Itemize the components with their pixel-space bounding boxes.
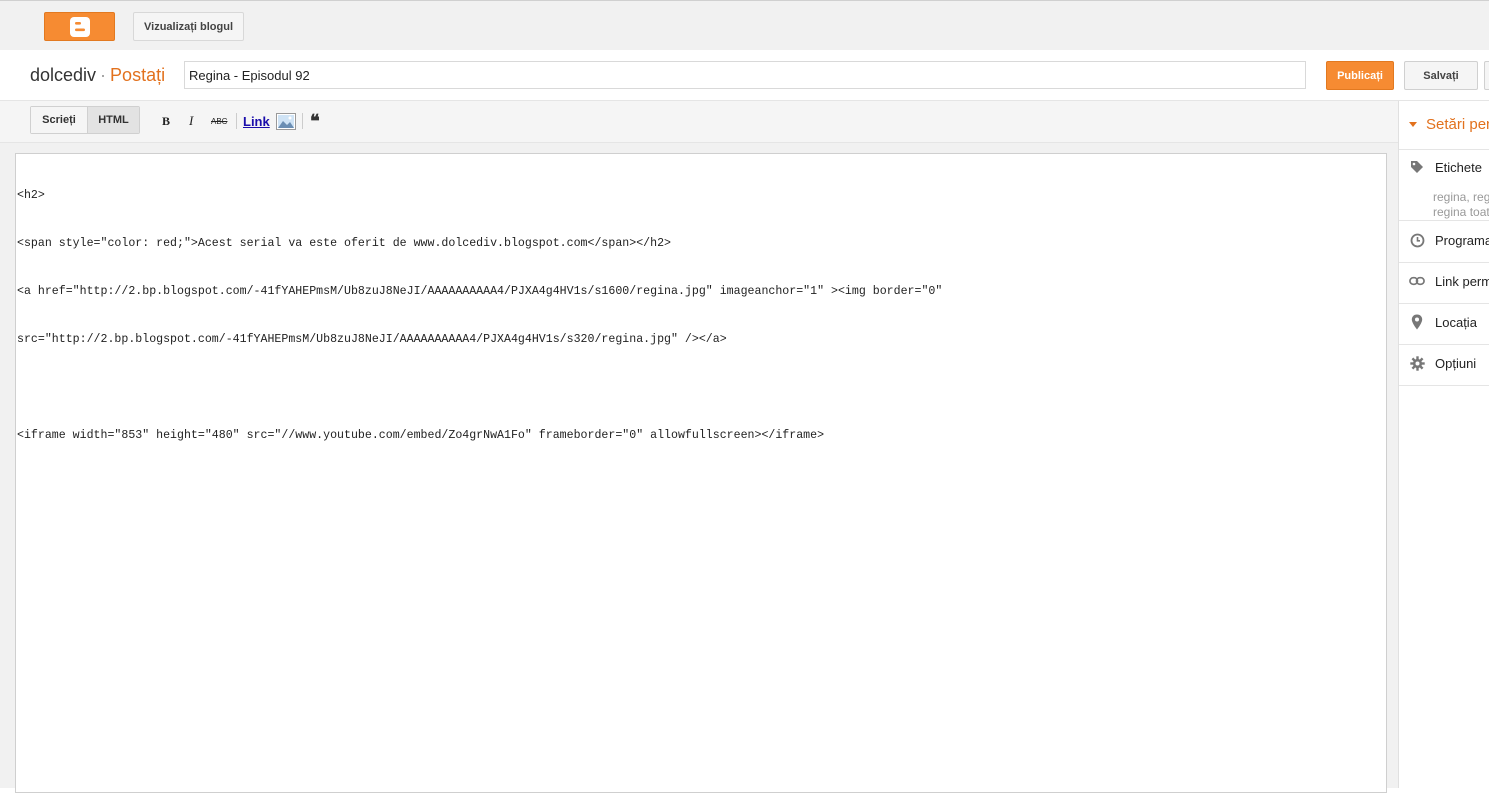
compose-mode-button[interactable]: Scrieți	[31, 107, 87, 133]
tag-icon	[1409, 159, 1425, 175]
sidebar-item-labels[interactable]: Etichete	[1409, 159, 1482, 175]
link-button[interactable]: Link	[243, 112, 270, 130]
image-icon	[278, 115, 294, 128]
divider	[1399, 303, 1489, 304]
mode-switch: Scrieți HTML	[30, 106, 140, 134]
sidebar-item-options[interactable]: Opțiuni	[1409, 355, 1476, 371]
editor-area: Scrieți HTML B I ABC Link ❝ <h2> <span s…	[0, 101, 1399, 793]
gear-icon	[1409, 355, 1425, 371]
breadcrumb-separator: ·	[100, 65, 107, 85]
sidebar-item-schedule[interactable]: Programați	[1409, 232, 1489, 248]
code-line: <span style="color: red;">Acest serial v…	[17, 237, 671, 250]
blogger-logo-icon	[69, 16, 90, 37]
save-button[interactable]: Salvați	[1404, 61, 1478, 90]
divider	[1399, 220, 1489, 221]
code-line: <a href="http://2.bp.blogspot.com/-41fYA…	[17, 285, 943, 298]
top-bar: Vizualizați blogul	[0, 0, 1489, 50]
toolbar-divider	[236, 113, 237, 129]
html-code-editor[interactable]: <h2> <span style="color: red;">Acest ser…	[15, 153, 1387, 793]
blog-name[interactable]: dolcediv	[30, 65, 96, 85]
view-blog-button[interactable]: Vizualizați blogul	[133, 12, 245, 41]
link-icon	[1409, 273, 1425, 289]
blogger-logo-button[interactable]	[44, 12, 115, 41]
post-settings-sidebar: Setări pentru postare Etichete regina, r…	[1399, 101, 1489, 788]
sidebar-item-permalink[interactable]: Link permanent	[1409, 273, 1489, 289]
divider	[1399, 262, 1489, 263]
publish-button[interactable]: Publicați	[1326, 61, 1394, 90]
html-mode-button[interactable]: HTML	[87, 107, 139, 133]
sidebar-item-label: Locația	[1435, 314, 1477, 330]
strikethrough-icon[interactable]: ABC	[211, 112, 227, 130]
labels-value: regina toate episoadele	[1433, 205, 1489, 219]
code-line: <h2>	[17, 189, 45, 202]
divider	[1399, 385, 1489, 386]
sidebar-item-label: Opțiuni	[1435, 355, 1477, 371]
header-bar: dolcediv·Postați Publicați Salvați	[0, 50, 1489, 101]
labels-value: regina, regina toate episoadele	[1433, 190, 1489, 204]
code-line: <iframe width="853" height="480" src="//…	[17, 429, 825, 442]
sidebar-item-label: Programați	[1435, 232, 1489, 248]
sidebar-item-label: Etichete	[1435, 159, 1482, 175]
divider	[1399, 149, 1489, 150]
bold-icon[interactable]: B	[162, 112, 170, 130]
clock-icon	[1409, 232, 1425, 248]
toolbar-divider	[302, 113, 303, 129]
quote-icon[interactable]: ❝	[310, 111, 320, 131]
section-name: Postați	[110, 65, 166, 85]
divider	[1399, 344, 1489, 345]
location-pin-icon	[1409, 314, 1425, 330]
editor-toolbar: Scrieți HTML B I ABC Link ❝	[0, 101, 1398, 143]
sidebar-item-location[interactable]: Locația	[1409, 314, 1477, 330]
post-settings-header[interactable]: Setări pentru postare	[1409, 116, 1489, 133]
code-line: src="http://2.bp.blogspot.com/-41fYAHEPm…	[17, 333, 727, 346]
post-settings-title: Setări pentru postare	[1426, 116, 1489, 133]
preview-button[interactable]	[1484, 61, 1489, 90]
insert-image-icon[interactable]	[276, 113, 296, 130]
italic-icon[interactable]: I	[189, 112, 193, 130]
caret-down-icon	[1409, 122, 1417, 127]
breadcrumb: dolcediv · Postați	[30, 65, 165, 86]
post-title-input[interactable]	[184, 61, 1306, 89]
sidebar-item-label: Link permanent	[1435, 273, 1489, 289]
